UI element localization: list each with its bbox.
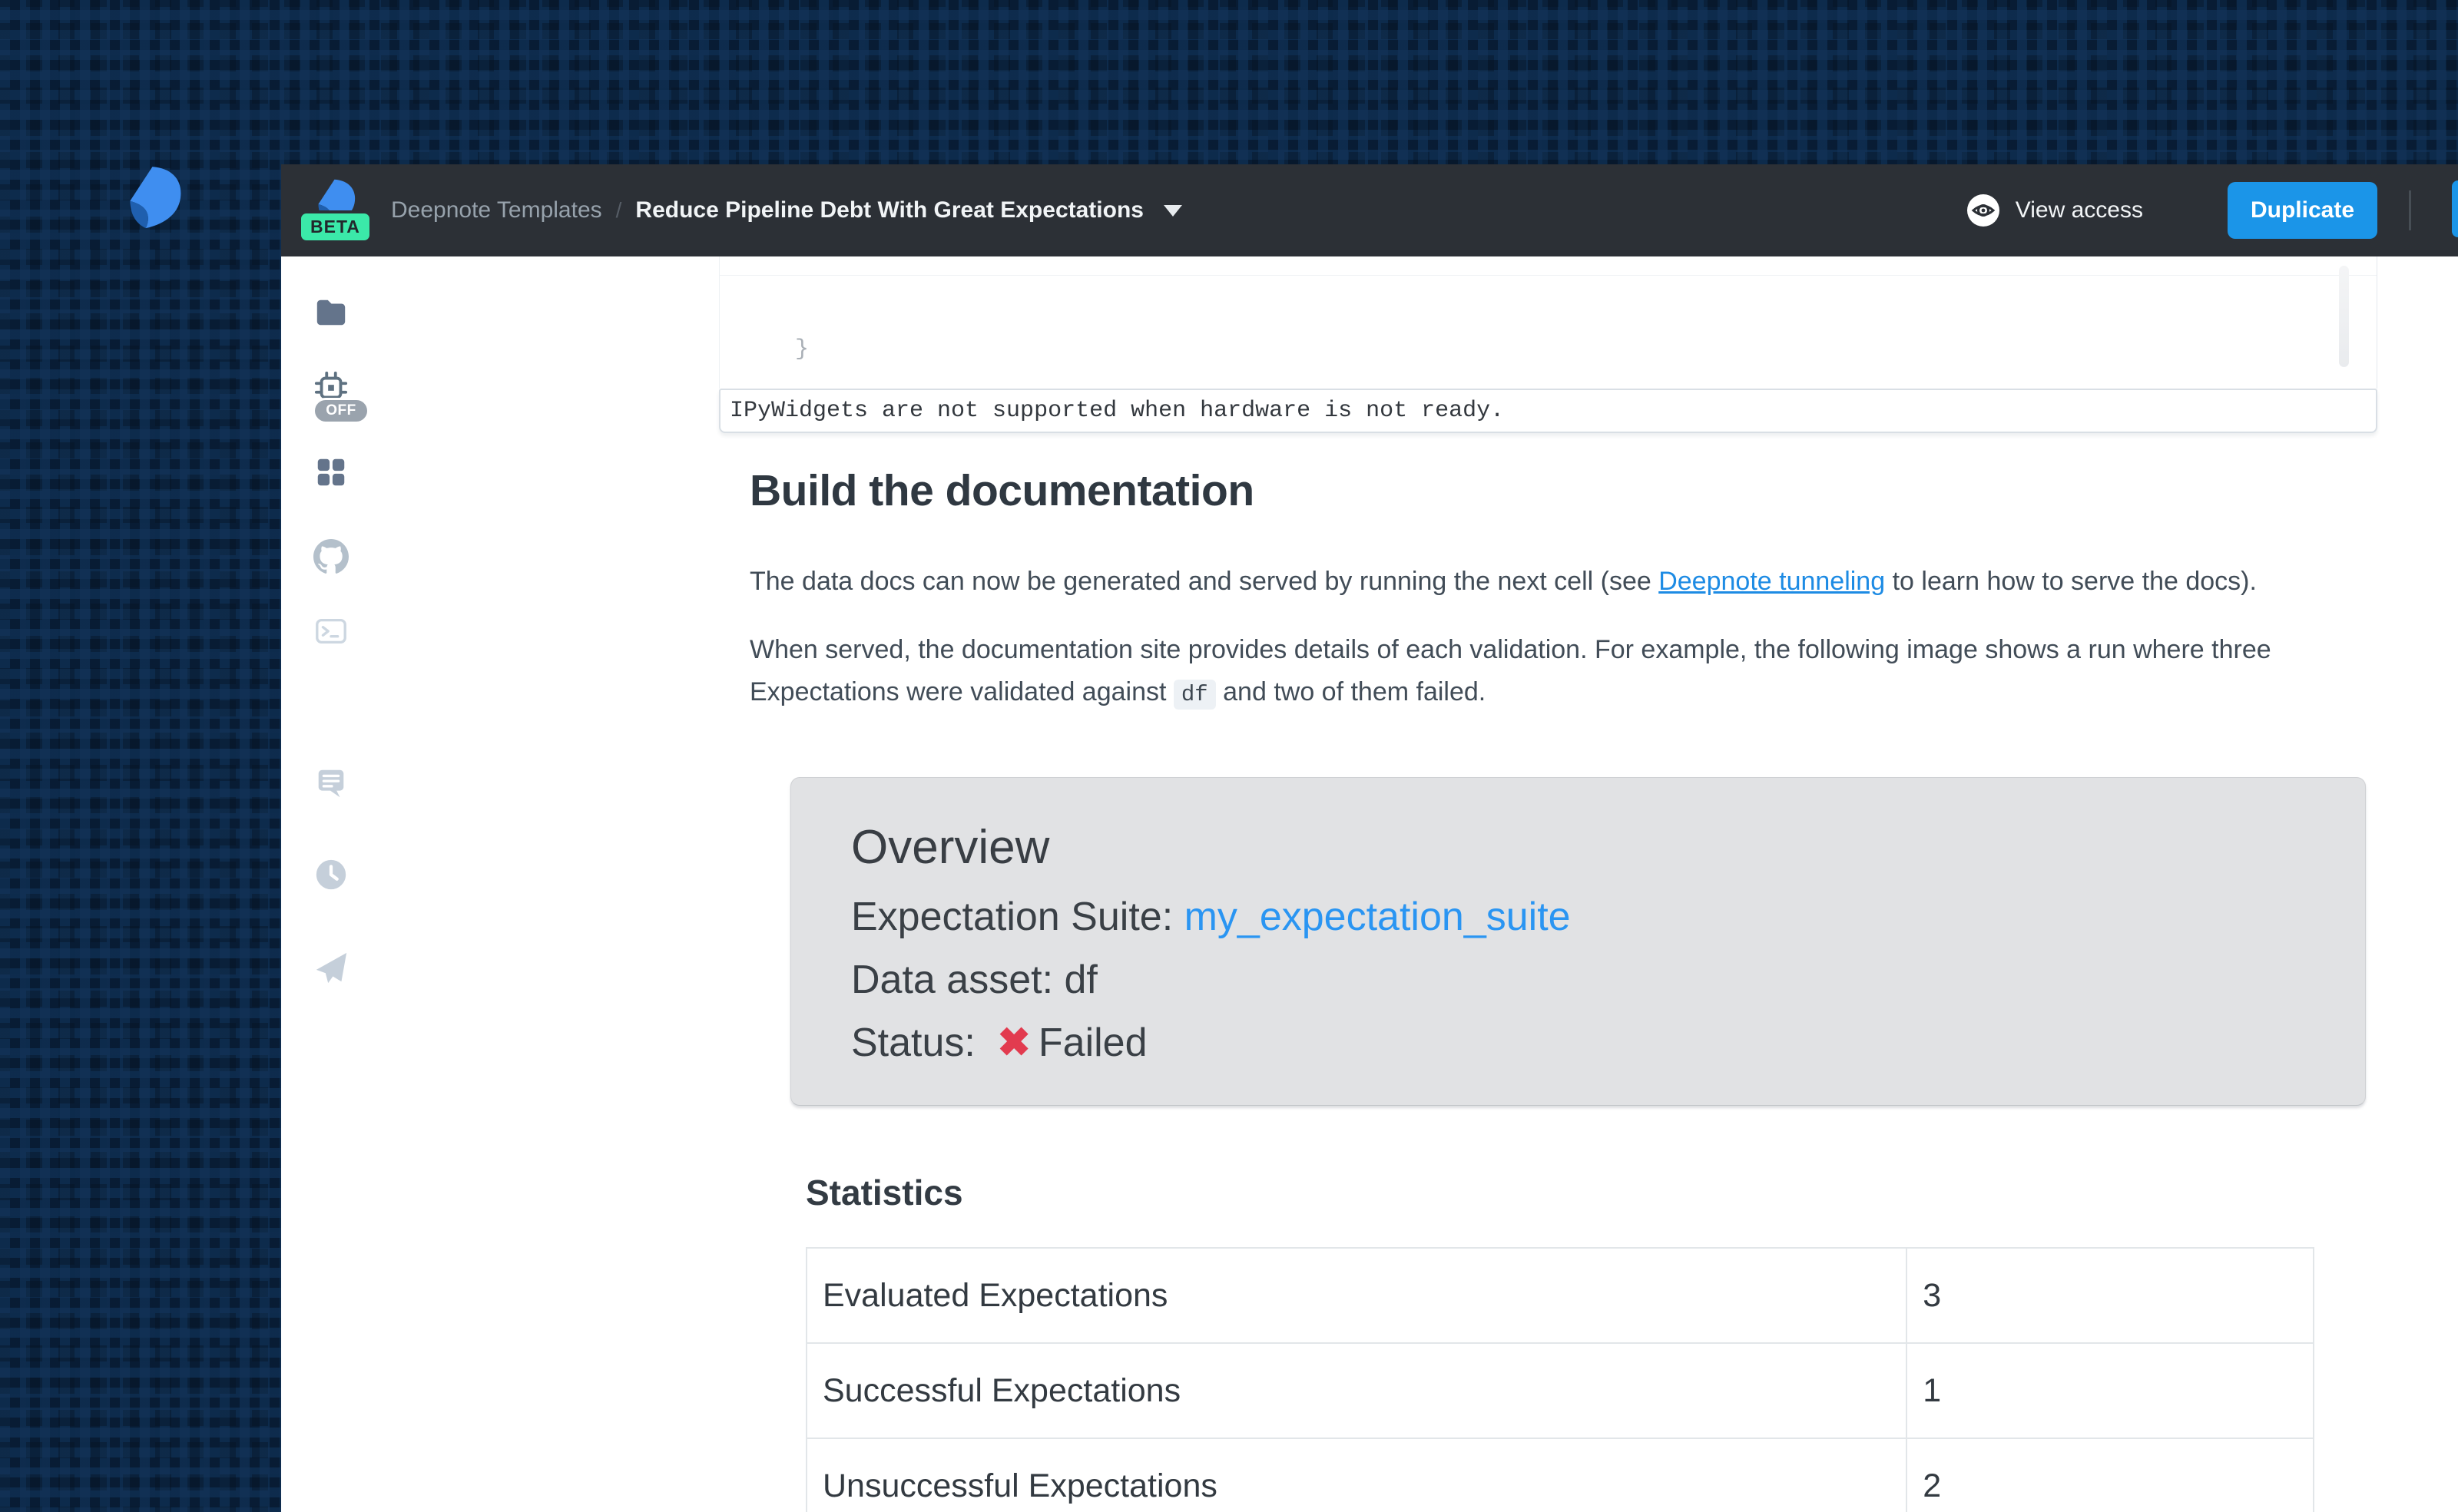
deepnote-app-logo[interactable]: BETA	[304, 170, 361, 250]
failed-x-icon: ✖	[997, 1021, 1031, 1065]
page-title[interactable]: Reduce Pipeline Debt With Great Expectat…	[635, 197, 1144, 223]
stat-label: Unsuccessful Expectations	[807, 1438, 1906, 1512]
chevron-down-icon[interactable]	[1164, 205, 1182, 217]
deepnote-tunneling-link[interactable]: Deepnote tunneling	[1658, 567, 1885, 596]
folder-icon	[313, 295, 349, 330]
paragraph-text: The data docs can now be generated and s…	[750, 567, 1658, 596]
sidebar-item-history[interactable]	[313, 857, 349, 892]
deepnote-logo-icon	[117, 163, 183, 229]
clock-icon	[313, 857, 349, 892]
suite-link: my_expectation_suite	[1184, 895, 1571, 939]
app-window: BETA Deepnote Templates / Reduce Pipelin…	[281, 164, 2458, 1512]
github-icon	[313, 539, 349, 574]
sidebar-item-github[interactable]	[313, 539, 349, 574]
stat-label: Evaluated Expectations	[807, 1248, 1906, 1343]
status-line: Status: ✖Failed	[851, 1019, 2334, 1067]
view-access-button[interactable]: View access	[1965, 192, 2143, 229]
paragraph-text: and two of them failed.	[1216, 677, 1486, 706]
sidebar-item-terminal[interactable]	[313, 614, 349, 649]
paragraph-text: to learn how to serve the docs).	[1885, 567, 2257, 596]
status-value: Failed	[1039, 1021, 1148, 1065]
table-row: Successful Expectations 1	[807, 1343, 2314, 1438]
grid-icon	[313, 455, 349, 490]
table-row: Evaluated Expectations 3	[807, 1248, 2314, 1343]
breadcrumb-separator: /	[616, 198, 622, 223]
comment-icon	[313, 766, 349, 801]
duplicate-button[interactable]: Duplicate	[2228, 182, 2377, 239]
code-line: }	[740, 332, 2377, 368]
markdown-cell[interactable]: Build the documentation The data docs ca…	[750, 465, 2370, 742]
send-icon	[313, 950, 349, 985]
notebook-content: } ], "evaluation_parameters": {}, IPyWid…	[381, 256, 2458, 1512]
paragraph-text: When served, the documentation site prov…	[750, 635, 2271, 706]
section-heading: Build the documentation	[750, 465, 2370, 516]
sidebar-item-files[interactable]	[313, 295, 349, 330]
stat-label: Successful Expectations	[807, 1343, 1906, 1438]
sidebar-item-hardware[interactable]: OFF	[313, 370, 349, 405]
overview-title: Overview	[851, 821, 2334, 875]
statistics-heading: Statistics	[806, 1172, 2366, 1213]
code-cell[interactable]: } ], "evaluation_parameters": {}, IPyWid…	[719, 256, 2377, 433]
beta-badge: BETA	[298, 210, 373, 243]
scrollbar-thumb[interactable]	[2339, 266, 2349, 367]
stat-value: 2	[1906, 1438, 2314, 1512]
suite-label: Expectation Suite:	[851, 895, 1184, 939]
deepnote-watermark-logo	[117, 163, 183, 235]
status-label: Status:	[851, 1021, 986, 1065]
sidebar-item-publish[interactable]	[313, 950, 349, 985]
paragraph-2: When served, the documentation site prov…	[750, 629, 2370, 716]
code-output-area[interactable]: } ], "evaluation_parameters": {},	[719, 256, 2377, 389]
paragraph-1: The data docs can now be generated and s…	[750, 561, 2370, 603]
stat-value: 3	[1906, 1248, 2314, 1343]
data-docs-image: Overview Expectation Suite: my_expectati…	[790, 777, 2366, 1512]
sidebar-item-blocks[interactable]	[313, 455, 349, 490]
stat-value: 1	[1906, 1343, 2314, 1438]
sidebar-item-comments[interactable]	[313, 766, 349, 801]
breadcrumb[interactable]: Deepnote Templates	[391, 197, 602, 223]
header-bar: BETA Deepnote Templates / Reduce Pipelin…	[281, 164, 2458, 256]
hardware-off-badge: OFF	[313, 398, 369, 424]
stdout-message: IPyWidgets are not supported when hardwa…	[719, 389, 2377, 433]
header-divider	[2409, 190, 2411, 230]
json-output: } ], "evaluation_parameters": {},	[720, 260, 2377, 389]
main-area: OFF	[281, 256, 2458, 1512]
data-asset-line: Data asset: df	[851, 956, 2334, 1004]
inline-code-df: df	[1174, 680, 1216, 710]
eye-icon	[1965, 192, 2002, 229]
table-row: Unsuccessful Expectations 2	[807, 1438, 2314, 1512]
expectation-suite-line: Expectation Suite: my_expectation_suite	[851, 893, 2334, 941]
sidebar: OFF	[281, 256, 381, 1512]
statistics-table: Evaluated Expectations 3 Successful Expe…	[806, 1247, 2314, 1512]
overview-panel: Overview Expectation Suite: my_expectati…	[790, 777, 2366, 1106]
edge-button-sliver[interactable]	[2452, 180, 2458, 237]
view-access-label: View access	[2016, 197, 2143, 223]
terminal-icon	[313, 614, 349, 649]
